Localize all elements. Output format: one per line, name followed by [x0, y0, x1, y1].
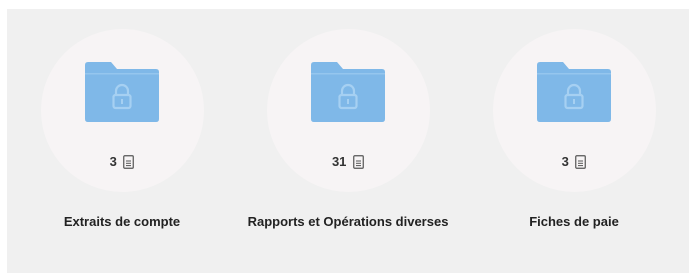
locked-folder-icon [311, 62, 385, 122]
folder-label[interactable]: Fiches de paie [464, 214, 684, 229]
document-icon [353, 155, 364, 169]
folder-card-fiches-de-paie[interactable]: 3 Fiches de paie [464, 9, 684, 273]
locked-folder-icon [85, 62, 159, 122]
folder-grid: 3 Extraits de compte 31 Rapports et Opér… [7, 9, 689, 273]
document-count: 3 [464, 154, 684, 170]
locked-folder-icon [537, 62, 611, 122]
document-count: 31 [238, 154, 458, 170]
document-icon [123, 155, 135, 169]
document-count-value: 31 [331, 154, 347, 169]
document-count-value: 3 [109, 154, 117, 169]
folder-card-extraits-de-compte[interactable]: 3 Extraits de compte [12, 9, 232, 273]
document-count: 3 [12, 154, 232, 170]
folder-card-rapports-et-operations-diverses[interactable]: 31 Rapports et Opérations diverses [238, 9, 458, 273]
folder-label[interactable]: Rapports et Opérations diverses [238, 214, 458, 229]
document-icon [575, 155, 587, 169]
document-count-value: 3 [561, 154, 569, 169]
folder-label[interactable]: Extraits de compte [12, 214, 232, 229]
